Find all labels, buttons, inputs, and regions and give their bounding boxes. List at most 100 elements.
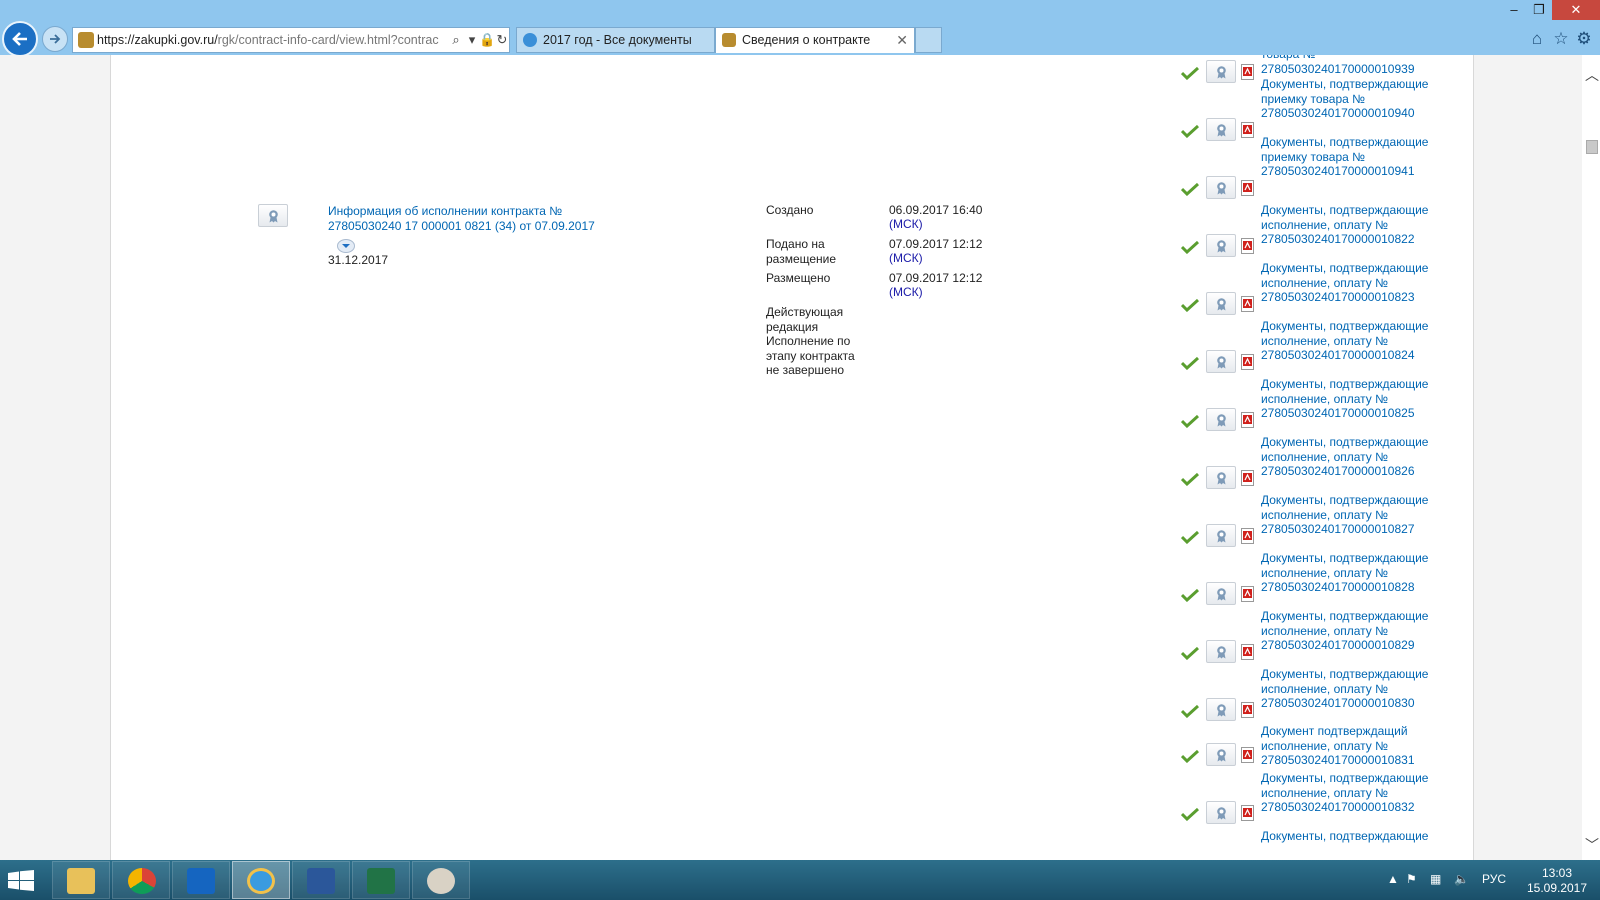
document-link[interactable]: товара № 27805030240170000010939 <box>1261 55 1431 76</box>
network-icon[interactable]: ▦ <box>1430 872 1441 886</box>
back-button[interactable] <box>2 21 38 57</box>
pdf-file-icon[interactable] <box>1241 180 1254 196</box>
search-icon[interactable]: ⌕ <box>449 32 463 48</box>
signature-button[interactable] <box>1206 350 1236 373</box>
paint-taskbar-button[interactable] <box>412 861 470 899</box>
signature-button[interactable] <box>1206 743 1236 766</box>
clock-time: 13:03 <box>1541 866 1573 880</box>
tray-overflow-icon[interactable]: ▲ <box>1387 872 1399 886</box>
document-link[interactable]: Документы, подтверждающие приемку товара… <box>1261 135 1431 179</box>
pdf-file-icon[interactable] <box>1241 64 1254 80</box>
record-date: 31.12.2017 <box>328 253 389 267</box>
signature-button[interactable] <box>1206 408 1236 431</box>
pdf-file-icon[interactable] <box>1241 702 1254 718</box>
created-label: Создано <box>766 203 814 217</box>
address-bar[interactable]: https://zakupki.gov.ru/rgk/contract-info… <box>72 27 510 53</box>
signature-button[interactable] <box>1206 640 1236 663</box>
tab-label: 2017 год - Все документы <box>543 33 692 47</box>
signature-button[interactable] <box>1206 582 1236 605</box>
signature-button[interactable] <box>1206 801 1236 824</box>
pdf-file-icon[interactable] <box>1241 470 1254 486</box>
signature-button[interactable] <box>1206 698 1236 721</box>
tab-label: Сведения о контракте <box>742 33 871 47</box>
pdf-file-icon[interactable] <box>1241 747 1254 763</box>
document-link[interactable]: Документы, подтверждающие <box>1261 829 1431 844</box>
tab-contract-info[interactable]: Сведения о контракте ✕ <box>715 27 915 53</box>
scroll-up-arrow-icon[interactable]: ︿ <box>1585 65 1599 85</box>
restore-button[interactable]: ❐ <box>1525 0 1553 20</box>
signature-button[interactable] <box>1206 466 1236 489</box>
close-tab-icon[interactable]: ✕ <box>896 32 908 48</box>
favorites-star-icon[interactable]: ☆ <box>1551 29 1571 49</box>
scroll-thumb[interactable] <box>1586 140 1598 154</box>
chrome-taskbar-button[interactable] <box>112 861 170 899</box>
file-explorer-taskbar-button[interactable] <box>52 861 110 899</box>
pdf-file-icon[interactable] <box>1241 586 1254 602</box>
document-link[interactable]: Документ подтверждащий исполнение, оплат… <box>1261 724 1431 768</box>
internet-explorer-taskbar-button[interactable] <box>232 861 290 899</box>
contract-execution-title-link[interactable]: Информация об исполнении контракта № 278… <box>328 204 628 233</box>
signature-button[interactable] <box>258 204 288 227</box>
document-link[interactable]: Документы, подтверждающие исполнение, оп… <box>1261 203 1431 247</box>
checkmark-icon <box>1181 414 1199 428</box>
document-link[interactable]: Документы, подтверждающие исполнение, оп… <box>1261 609 1431 653</box>
pdf-file-icon[interactable] <box>1241 296 1254 312</box>
checkmark-icon <box>1181 704 1199 718</box>
submitted-value: 07.09.2017 12:12 (МСК) <box>889 237 983 265</box>
document-link[interactable]: Документы, подтверждающие исполнение, оп… <box>1261 493 1431 537</box>
outlook-taskbar-button[interactable] <box>172 861 230 899</box>
signature-button[interactable] <box>1206 234 1236 257</box>
minimize-button[interactable]: – <box>1500 0 1528 20</box>
certificate-ribbon-icon <box>1217 530 1226 543</box>
internet-explorer-icon <box>247 868 275 894</box>
vertical-scrollbar[interactable]: ︿ ﹀ <box>1582 55 1600 860</box>
document-link[interactable]: Документы, подтверждающие приемку товара… <box>1261 77 1431 121</box>
settings-gear-icon[interactable]: ⚙ <box>1574 29 1594 49</box>
signature-button[interactable] <box>1206 60 1236 83</box>
volume-muted-icon[interactable]: 🔈 <box>1454 872 1469 886</box>
pdf-file-icon[interactable] <box>1241 528 1254 544</box>
created-value: 06.09.2017 16:40 (МСК) <box>889 203 983 231</box>
document-link[interactable]: Документы, подтверждающие исполнение, оп… <box>1261 261 1431 305</box>
action-center-flag-icon[interactable]: ⚑ <box>1406 872 1417 886</box>
checkmark-icon <box>1181 807 1199 821</box>
pdf-file-icon[interactable] <box>1241 238 1254 254</box>
document-link[interactable]: Документы, подтверждающие исполнение, оп… <box>1261 667 1431 711</box>
certificate-ribbon-icon <box>1217 240 1226 253</box>
checkmark-icon <box>1181 298 1199 312</box>
chrome-icon <box>128 868 156 894</box>
document-link[interactable]: Документы, подтверждающие исполнение, оп… <box>1261 377 1431 421</box>
scroll-down-arrow-icon[interactable]: ﹀ <box>1585 835 1599 855</box>
document-link[interactable]: Документы, подтверждающие исполнение, оп… <box>1261 551 1431 595</box>
lock-icon[interactable]: 🔒 <box>479 32 495 48</box>
pdf-file-icon[interactable] <box>1241 644 1254 660</box>
signature-button[interactable] <box>1206 524 1236 547</box>
signature-button[interactable] <box>1206 176 1236 199</box>
system-clock[interactable]: 13:03 15.09.2017 <box>1520 866 1594 896</box>
word-taskbar-button[interactable] <box>292 861 350 899</box>
forward-button[interactable] <box>42 26 68 52</box>
language-indicator[interactable]: РУС <box>1482 872 1506 886</box>
document-link[interactable]: Документы, подтверждающие исполнение, оп… <box>1261 435 1431 479</box>
close-window-button[interactable]: ✕ <box>1552 0 1600 20</box>
url-text[interactable]: https://zakupki.gov.ru/rgk/contract-info… <box>97 33 455 47</box>
signature-button[interactable] <box>1206 292 1236 315</box>
expand-toggle[interactable] <box>337 239 355 253</box>
pdf-file-icon[interactable] <box>1241 354 1254 370</box>
excel-taskbar-button[interactable] <box>352 861 410 899</box>
dropdown-icon[interactable]: ▾ <box>465 32 479 48</box>
tab-all-documents[interactable]: 2017 год - Все документы <box>516 27 715 53</box>
refresh-icon[interactable]: ↻ <box>495 32 509 48</box>
new-tab-button[interactable] <box>915 27 942 53</box>
home-icon[interactable]: ⌂ <box>1527 29 1547 49</box>
document-link[interactable]: Документы, подтверждающие исполнение, оп… <box>1261 319 1431 363</box>
pdf-file-icon[interactable] <box>1241 805 1254 821</box>
pdf-file-icon[interactable] <box>1241 122 1254 138</box>
certificate-ribbon-icon <box>1217 472 1226 485</box>
pdf-file-icon[interactable] <box>1241 412 1254 428</box>
submitted-label: Подано на размещение <box>766 237 837 266</box>
document-link[interactable]: Документы, подтверждающие исполнение, оп… <box>1261 771 1431 815</box>
windows-start-icon[interactable] <box>8 870 34 892</box>
signature-button[interactable] <box>1206 118 1236 141</box>
certificate-ribbon-icon <box>1217 182 1226 195</box>
